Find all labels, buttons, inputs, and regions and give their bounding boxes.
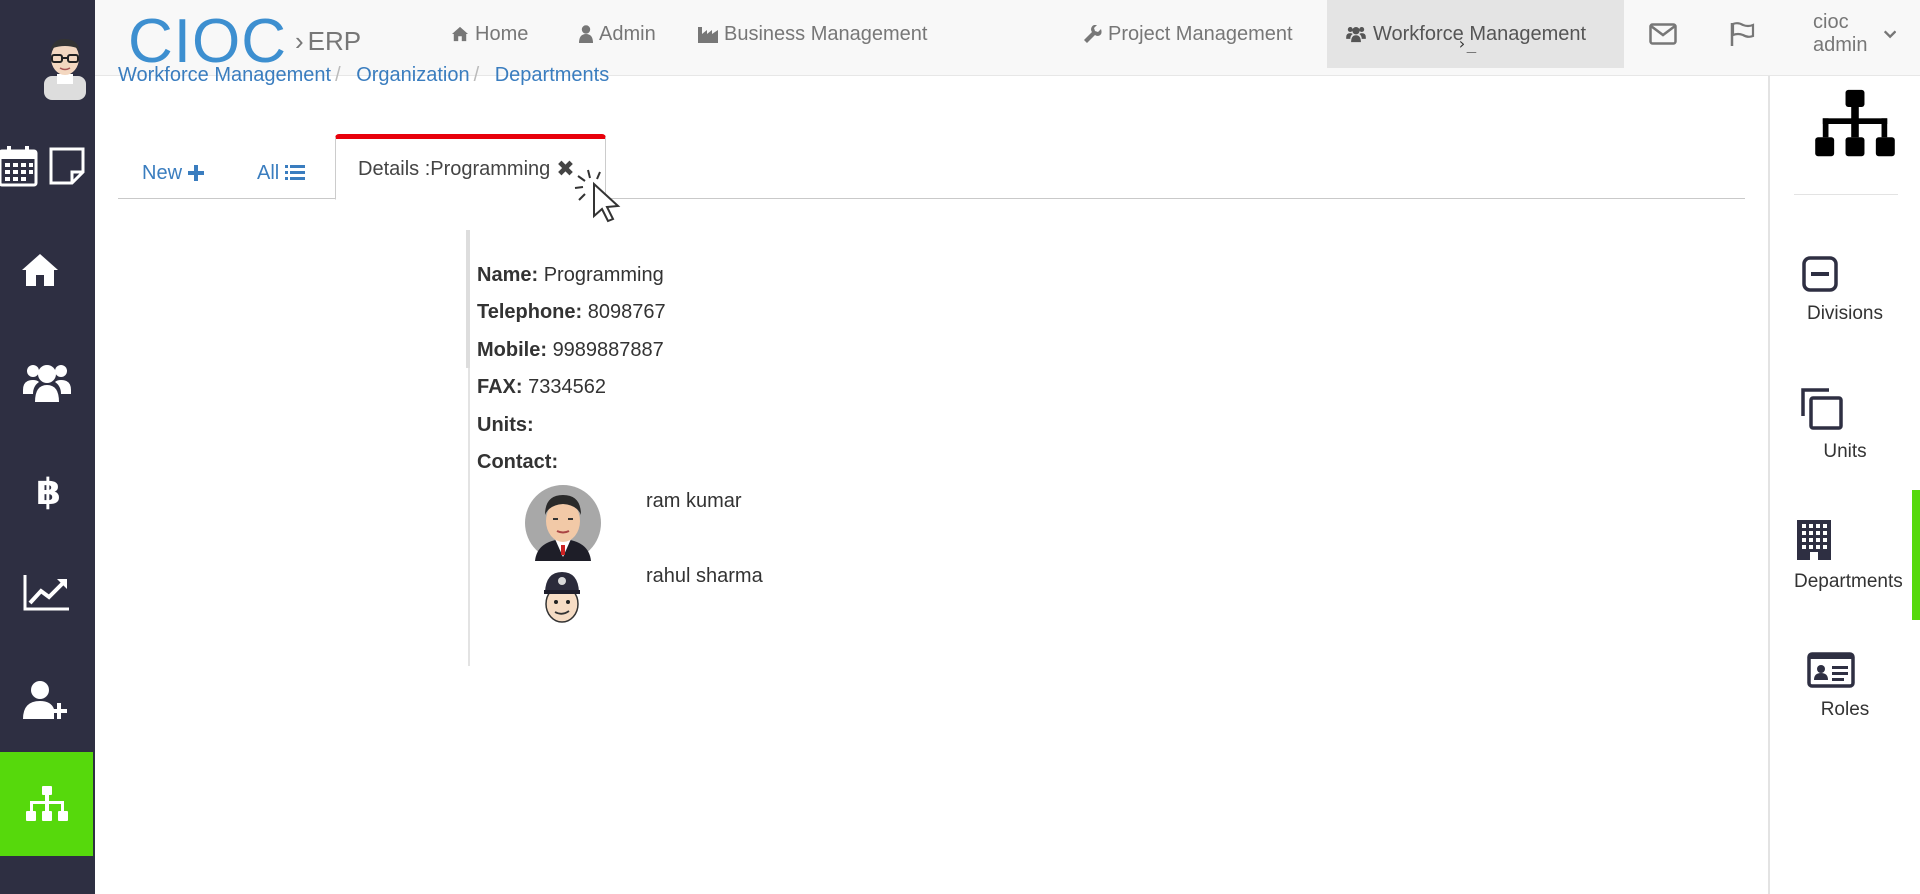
detail-contact: Contact:: [477, 451, 558, 474]
breadcrumb: Workforce Management / Organization / Depa…: [118, 64, 609, 87]
sidebar-item-finance[interactable]: ฿: [0, 438, 93, 542]
sidebar-item-add-user[interactable]: [0, 648, 93, 752]
tab-all-label: All: [257, 161, 280, 184]
home-icon: [21, 254, 58, 286]
tab-new-label: New: [142, 161, 183, 184]
right-nav-divisions[interactable]: Divisions: [1770, 256, 1920, 325]
envelope-icon: [1649, 23, 1677, 45]
breadcrumb-departments[interactable]: Departments: [495, 64, 610, 86]
detail-fax: FAX: 7334562: [477, 376, 606, 399]
detail-fax-value: 7334562: [528, 376, 606, 398]
breadcrumb-separator: /: [473, 64, 480, 86]
right-panel-divider: [1794, 194, 1898, 195]
users-icon: [22, 365, 71, 402]
detail-name-label: Name:: [477, 264, 539, 286]
tab-details-programming[interactable]: Details :Programming ✖: [335, 134, 606, 200]
sidebar-item-organization[interactable]: [0, 752, 93, 856]
contact-name[interactable]: ram kumar: [646, 490, 742, 513]
copy-icon: [1801, 388, 1843, 430]
brand-separator: ›: [295, 26, 304, 56]
user-avatar[interactable]: [40, 36, 90, 100]
nav-admin-label: Admin: [599, 22, 656, 45]
tab-all[interactable]: All: [257, 148, 306, 198]
nav-project-label: Project Management: [1108, 22, 1293, 45]
user-menu-label: cioc admin: [1813, 11, 1868, 56]
detail-units-label: Units:: [477, 414, 534, 436]
nav-messages[interactable]: [1631, 0, 1701, 68]
sidebar-item-calendar[interactable]: [0, 114, 93, 218]
detail-mobile-label: Mobile:: [477, 339, 547, 361]
right-nav-departments-label: Departments: [1794, 571, 1903, 592]
scroll-indicator[interactable]: [1912, 490, 1920, 620]
detail-mobile-value: 9989887887: [552, 339, 664, 361]
nav-admin[interactable]: Admin: [561, 0, 674, 68]
breadcrumb-organization[interactable]: Organization: [356, 64, 469, 86]
user-icon: [579, 25, 593, 43]
right-nav-divisions-label: Divisions: [1806, 303, 1884, 324]
sidebar-item-reports[interactable]: [0, 540, 93, 644]
detail-mobile: Mobile: 9989887887: [477, 339, 664, 362]
calendar-icon: [0, 146, 37, 187]
user-plus-icon: [22, 681, 67, 719]
id-card-icon: [1807, 652, 1855, 688]
contact-avatar[interactable]: [525, 485, 601, 561]
breadcrumb-separator: /: [335, 64, 341, 86]
flag-icon: [1730, 22, 1755, 46]
bitcoin-icon: ฿: [36, 472, 61, 510]
chart-icon: [23, 575, 69, 611]
nav-workforce-label: Workforce Management: [1373, 22, 1587, 45]
details-divider-accent: [466, 230, 470, 368]
note-icon: [49, 147, 84, 185]
right-nav-units[interactable]: Units: [1770, 388, 1920, 463]
breadcrumb-workforce[interactable]: Workforce Management: [118, 64, 331, 86]
sidebar-item-users[interactable]: [0, 330, 93, 434]
detail-telephone-value: 8098767: [587, 301, 666, 323]
detail-units: Units:: [477, 414, 534, 437]
right-nav-roles[interactable]: Roles: [1770, 652, 1920, 721]
nav-notifications[interactable]: [1711, 0, 1779, 68]
right-nav-roles-label: Roles: [1820, 699, 1870, 720]
home-icon: [452, 26, 468, 42]
tab-new[interactable]: New: [142, 148, 205, 198]
detail-telephone-label: Telephone:: [477, 301, 583, 323]
nav-business-management[interactable]: Business Management: [680, 0, 945, 68]
chevron-down-icon: [1883, 30, 1896, 39]
contact-name[interactable]: rahul sharma: [646, 565, 763, 588]
detail-contact-label: Contact:: [477, 451, 559, 473]
sitemap-icon: [25, 786, 68, 821]
right-nav-units-label: Units: [1823, 441, 1867, 462]
minus-square-icon: [1802, 256, 1838, 292]
nav-project-management[interactable]: Project Management: [1066, 0, 1311, 68]
detail-fax-label: FAX:: [477, 376, 523, 398]
list-icon: [285, 165, 306, 180]
wrench-icon: [1084, 25, 1102, 43]
user-menu[interactable]: cioc admin: [1795, 0, 1920, 68]
close-icon[interactable]: ✖: [556, 156, 574, 182]
left-sidebar: ฿: [0, 0, 95, 894]
detail-name: Name: Programming: [477, 264, 664, 287]
detail-name-value: Programming: [543, 264, 664, 286]
nav-business-label: Business Management: [724, 22, 928, 45]
industry-icon: [698, 27, 718, 43]
mouse-pointer-icon: [574, 169, 621, 223]
plus-icon: [188, 165, 205, 181]
right-panel: Divisions Units Departments Roles: [1768, 76, 1920, 894]
svg-text:฿: ฿: [36, 472, 61, 510]
sitemap-icon: [1815, 89, 1895, 157]
nav-home[interactable]: Home: [433, 0, 546, 68]
sidebar-item-home[interactable]: [0, 218, 93, 322]
right-nav-departments[interactable]: Departments: [1770, 520, 1920, 593]
building-icon: [1797, 520, 1831, 560]
contact-avatar[interactable]: [542, 570, 582, 624]
nav-home-label: Home: [475, 22, 529, 45]
tab-details-label: Details :Programming: [358, 157, 551, 180]
users-icon: [1346, 27, 1366, 43]
text-cursor-glyph: ›_: [1457, 34, 1477, 53]
detail-telephone: Telephone: 8098767: [477, 301, 666, 324]
brand-subtitle: ERP: [307, 26, 362, 56]
